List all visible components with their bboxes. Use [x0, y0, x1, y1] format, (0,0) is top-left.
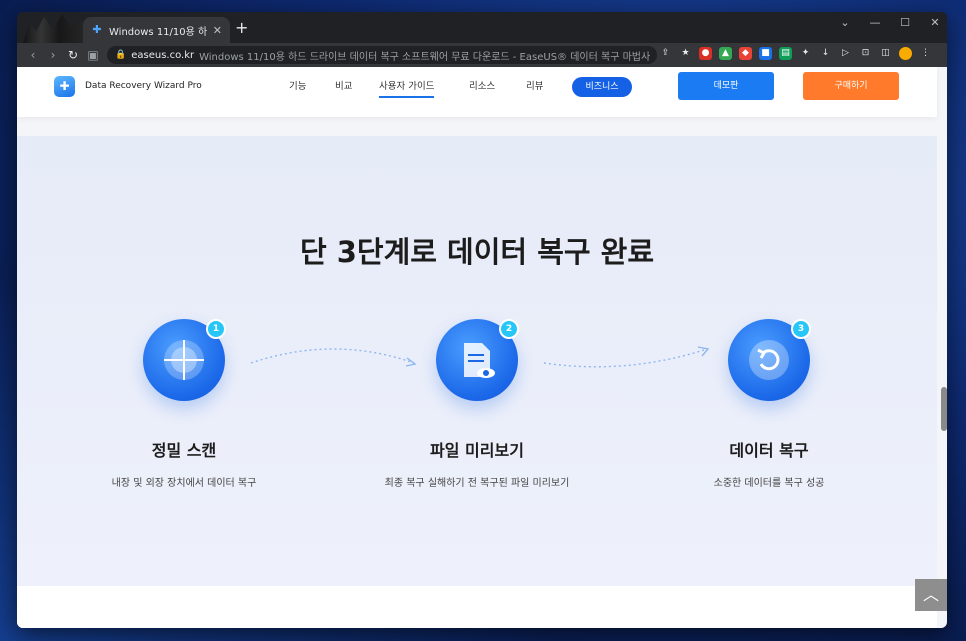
- steps-section: 단 3단계로 데이터 복구 완료 1 정밀 스캔 내장 및 외장 장치에서 데이…: [17, 136, 937, 586]
- extension-icon[interactable]: ◆: [739, 47, 752, 60]
- nav-compare[interactable]: 비교: [335, 78, 352, 92]
- step-number-badge: 3: [791, 319, 811, 339]
- download-icon[interactable]: ↓: [819, 47, 832, 60]
- demo-button[interactable]: 데모판: [678, 72, 774, 100]
- product-logo[interactable]: ✚: [54, 76, 75, 97]
- buy-button[interactable]: 구매하기: [803, 72, 899, 100]
- share-icon[interactable]: ⇪: [659, 47, 672, 60]
- browser-window: ✚ Windows 11/10용 하드 드라이브 ✕ + ⌄ — ☐ ✕ ‹ ›…: [17, 12, 947, 628]
- lock-icon: 🔒: [115, 50, 127, 60]
- favicon-icon: ✚: [92, 23, 102, 36]
- close-button[interactable]: ✕: [929, 16, 941, 29]
- menu-icon[interactable]: ⋮: [919, 47, 932, 60]
- url-path: Windows 11/10용 하드 드라이브 데이터 복구 소프트웨어 무료 다…: [199, 51, 651, 63]
- reader-icon[interactable]: ▣: [83, 48, 103, 62]
- puzzle-icon[interactable]: ✦: [799, 47, 812, 60]
- dotted-arrow-icon: [250, 348, 417, 367]
- nav-resources[interactable]: 리소스: [469, 78, 495, 92]
- extension-icon[interactable]: ▲: [719, 47, 732, 60]
- scrollbar-thumb[interactable]: [941, 387, 947, 431]
- step-title: 정밀 스캔: [151, 441, 217, 460]
- web-page: ✚ Data Recovery Wizard Pro 기능 비교 사용자 가이드…: [17, 67, 947, 628]
- new-tab-button[interactable]: +: [235, 20, 248, 36]
- media-icon[interactable]: ▷: [839, 47, 852, 60]
- nav-features[interactable]: 기능: [289, 78, 306, 92]
- step-description: 최종 복구 실해하기 전 복구된 파일 미리보기: [384, 478, 570, 489]
- extensions-row: ⇪ ★ ● ▲ ◆ ■ ▤ ✦ ↓ ▷ ⊡ ◫ ⋮: [659, 47, 932, 60]
- address-bar[interactable]: 🔒 easeus.co.kr Windows 11/10용 하드 드라이브 데이…: [107, 46, 657, 64]
- tab-strip: ✚ Windows 11/10용 하드 드라이브 ✕ + ⌄ — ☐ ✕: [17, 12, 947, 43]
- back-to-top-button[interactable]: ︿: [915, 579, 947, 611]
- side-panel-icon[interactable]: ◫: [879, 47, 892, 60]
- next-section: [17, 586, 937, 628]
- url-host: easeus.co.kr: [131, 49, 195, 61]
- maximize-button[interactable]: ☐: [899, 16, 911, 29]
- browser-tab[interactable]: ✚ Windows 11/10용 하드 드라이브 ✕: [83, 17, 230, 43]
- screenshot-icon[interactable]: ⊡: [859, 47, 872, 60]
- profile-avatar[interactable]: [899, 47, 912, 60]
- tab-title: Windows 11/10용 하드 드라이브: [109, 26, 207, 38]
- bookmark-star-icon[interactable]: ★: [679, 47, 692, 60]
- reload-button[interactable]: ↻: [63, 48, 83, 62]
- back-button[interactable]: ‹: [23, 48, 43, 62]
- minimize-button[interactable]: —: [869, 16, 881, 29]
- dotted-arrow-icon: [543, 346, 710, 368]
- window-controls: ⌄ — ☐ ✕: [839, 16, 941, 29]
- business-button[interactable]: 비즈니스: [572, 77, 632, 97]
- tab-strip-art: [23, 14, 83, 43]
- step-description: 내장 및 외장 장치에서 데이터 복구: [111, 478, 257, 489]
- step-description: 소중한 데이터를 복구 성공: [713, 478, 825, 489]
- browser-toolbar: ‹ › ↻ ▣ 🔒 easeus.co.kr Windows 11/10용 하드…: [17, 43, 947, 67]
- section-title: 단 3단계로 데이터 복구 완료: [299, 235, 655, 269]
- step-number-badge: 1: [206, 319, 226, 339]
- tab-close-icon[interactable]: ✕: [213, 24, 222, 37]
- step-title: 데이터 복구: [729, 441, 809, 460]
- extension-icon[interactable]: ●: [699, 47, 712, 60]
- step-number-badge: 2: [499, 319, 519, 339]
- forward-button[interactable]: ›: [43, 48, 63, 62]
- nav-reviews[interactable]: 리뷰: [526, 78, 543, 92]
- product-name[interactable]: Data Recovery Wizard Pro: [85, 81, 202, 91]
- extension-icon[interactable]: ▤: [779, 47, 792, 60]
- tab-search-icon[interactable]: ⌄: [839, 16, 851, 29]
- site-header: ✚ Data Recovery Wizard Pro 기능 비교 사용자 가이드…: [17, 67, 937, 117]
- extension-icon[interactable]: ■: [759, 47, 772, 60]
- step-title: 파일 미리보기: [430, 441, 524, 460]
- nav-user-guide[interactable]: 사용자 가이드: [379, 78, 435, 98]
